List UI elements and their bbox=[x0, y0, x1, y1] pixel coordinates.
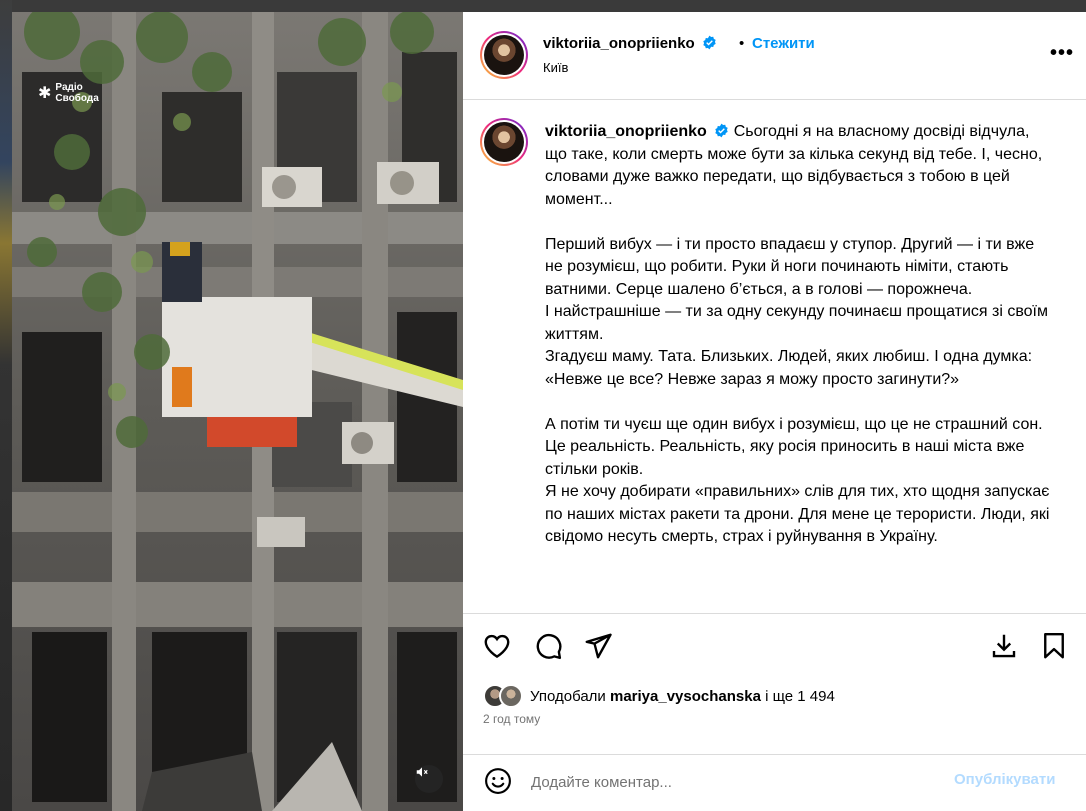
caption-blank-line bbox=[545, 211, 1055, 234]
post-caption: viktoriia_onopriienko Сьогодні я на влас… bbox=[545, 121, 1055, 549]
post-timestamp[interactable]: 2 год тому bbox=[483, 712, 540, 726]
caption-text: Перший вибух — і ти просто впадаєш у сту… bbox=[545, 235, 1035, 298]
watermark-line-2: Свобода bbox=[55, 93, 99, 104]
caption-scroll-area[interactable]: viktoriia_onopriienko Сьогодні я на влас… bbox=[463, 101, 1086, 613]
caption-paragraph: viktoriia_onopriienko Сьогодні я на влас… bbox=[545, 121, 1055, 211]
backdrop-left-strip bbox=[0, 0, 12, 811]
likes-summary[interactable]: Уподобали mariya_vysochanska і ще 1 494 bbox=[483, 683, 835, 709]
paper-plane-icon[interactable] bbox=[583, 631, 613, 661]
speaker-muted-icon bbox=[416, 767, 428, 777]
header-separator: • bbox=[739, 35, 745, 52]
bookmark-icon[interactable] bbox=[1039, 631, 1069, 661]
download-icon[interactable] bbox=[989, 631, 1019, 661]
heart-icon[interactable] bbox=[482, 631, 512, 661]
radio-svoboda-logo-icon: ✱ bbox=[38, 84, 52, 102]
likes-count[interactable]: і ще 1 494 bbox=[765, 688, 835, 705]
likes-prefix: Уподобали bbox=[530, 687, 606, 705]
liker-avatars bbox=[483, 683, 527, 709]
post-media-video[interactable]: ✱ Радіо Свобода bbox=[12, 12, 463, 811]
follow-button[interactable]: Стежити bbox=[752, 35, 815, 52]
comment-icon[interactable] bbox=[533, 631, 563, 661]
caption-text: І найстрашніше — ти за одну секунду почи… bbox=[545, 303, 1048, 343]
author-avatar[interactable] bbox=[480, 31, 528, 79]
burned-building-scene bbox=[12, 12, 463, 811]
post-comment-button[interactable]: Опублікувати bbox=[954, 771, 1055, 788]
watermark-line-1: Радіо bbox=[55, 82, 83, 93]
liker-username-link[interactable]: mariya_vysochanska bbox=[610, 688, 761, 705]
author-username[interactable]: viktoriia_onopriienko bbox=[543, 35, 695, 52]
radio-svoboda-watermark: ✱ Радіо Свобода bbox=[38, 82, 99, 104]
mute-toggle-button[interactable] bbox=[415, 765, 443, 793]
verified-badge-icon bbox=[715, 123, 728, 138]
avatar bbox=[499, 684, 523, 708]
caption-text: А потім ти чуєш ще один вибух і розумієш… bbox=[545, 415, 1043, 478]
comment-composer: Опублікувати bbox=[463, 754, 1086, 811]
location-link[interactable]: Київ bbox=[543, 60, 568, 75]
caption-username-link[interactable]: viktoriia_onopriienko bbox=[545, 123, 707, 140]
author-username-link[interactable]: viktoriia_onopriienko bbox=[543, 35, 717, 52]
caption-text: Я не хочу добирати «правильних» слів для… bbox=[545, 483, 1050, 545]
caption-author-avatar[interactable] bbox=[480, 118, 528, 166]
caption-blank-line bbox=[545, 391, 1055, 414]
likes-text: Уподобали mariya_vysochanska і ще 1 494 bbox=[530, 688, 835, 705]
caption-text: Згадуєш маму. Тата. Близьких. Людей, яки… bbox=[545, 348, 1033, 388]
backdrop-top-strip bbox=[12, 0, 1086, 12]
more-options-button[interactable]: ••• bbox=[1050, 42, 1074, 65]
smiley-icon[interactable] bbox=[483, 766, 513, 796]
verified-badge-icon bbox=[703, 35, 716, 50]
post-header: viktoriia_onopriienko • Стежити Київ ••• bbox=[463, 12, 1086, 100]
watermark-text: Радіо Свобода bbox=[55, 82, 98, 104]
comment-input[interactable] bbox=[531, 771, 931, 793]
